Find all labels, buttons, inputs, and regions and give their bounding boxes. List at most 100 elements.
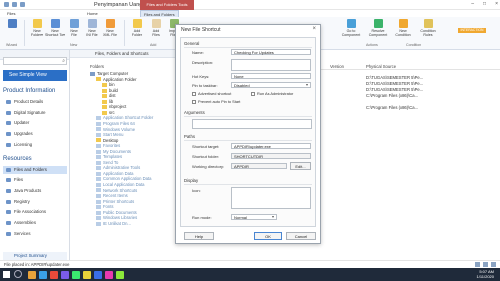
hotkeys-field[interactable]: None — [231, 73, 311, 79]
taskbar-app-icon[interactable] — [50, 271, 58, 279]
tree-item[interactable]: Public Documents — [96, 210, 137, 215]
tree-item[interactable]: Application Folder — [96, 77, 137, 82]
sidebar-item-files-and-folders[interactable]: Files and Folders — [3, 165, 67, 174]
advertised-shortcut-checkbox[interactable]: Advertised shortcut — [192, 91, 231, 96]
tree-item[interactable]: Application Data — [96, 171, 134, 176]
sidebar-item-services[interactable]: Services — [3, 230, 67, 238]
quick-access-toolbar[interactable] — [4, 2, 25, 7]
tree-item[interactable]: Favorites — [96, 143, 120, 148]
undo-icon[interactable] — [12, 2, 17, 7]
ribbon-button-2[interactable]: New File — [64, 19, 84, 37]
cancel-button[interactable]: Cancel — [286, 232, 316, 240]
settings-icon[interactable] — [491, 262, 496, 267]
tab-files-and-folders[interactable]: Files and Folders — [140, 10, 179, 17]
tree-item[interactable]: Start Menu — [96, 132, 123, 137]
tree-item[interactable]: Fonts — [96, 204, 113, 209]
taskbar-app-icon[interactable] — [116, 271, 124, 279]
pin-taskbar-select[interactable]: Disabled — [231, 82, 311, 88]
close-window-icon[interactable]: × — [495, 1, 498, 7]
tree-item[interactable]: bin — [102, 82, 115, 87]
close-icon[interactable]: × — [312, 26, 316, 32]
redo-icon[interactable] — [20, 2, 25, 7]
tree-item[interactable]: Common Application Data — [96, 176, 151, 181]
ribbon-button-6[interactable]: Add Files — [146, 19, 166, 37]
list-item[interactable]: D:\TUGAS\SEMESTER 5\Pe... — [366, 87, 423, 92]
list-item[interactable]: C:\Program Files (x86)\Ca... — [366, 105, 418, 110]
ok-button[interactable]: OK — [254, 232, 282, 240]
tree-item[interactable]: src — [102, 110, 115, 115]
minimize-icon[interactable]: – — [471, 1, 474, 7]
resolve-component-button[interactable]: Resolve Component — [365, 19, 391, 37]
column-version[interactable]: Version — [330, 64, 344, 69]
working-directory-field[interactable]: APPDIR — [231, 163, 287, 169]
tree-item[interactable]: dist — [102, 93, 116, 98]
taskbar-app-icon[interactable] — [83, 271, 91, 279]
shortcut-target-field[interactable]: APPDIR\updater.exe — [231, 143, 311, 149]
tree-item[interactable]: Administrative Tools — [96, 165, 140, 170]
ribbon-button-3[interactable]: New INI File — [82, 19, 102, 37]
new-condition-button[interactable]: New Condition — [392, 19, 414, 37]
tree-item[interactable]: build — [102, 88, 118, 93]
sidebar-item-assemblies[interactable]: Assemblies — [3, 219, 67, 227]
tree-item[interactable]: My Documents — [96, 149, 131, 154]
edit-workdir-button[interactable]: Edit... — [290, 162, 311, 170]
tree-item[interactable]: nbproject — [102, 104, 126, 109]
ribbon-button-0[interactable]: New Folder▾ — [27, 19, 47, 37]
column-physical-source[interactable]: Physical Source — [366, 64, 396, 69]
go-to-component-button[interactable]: Go to Component — [338, 19, 364, 37]
tree-item[interactable]: Recent Items — [96, 193, 128, 198]
search-input[interactable]: ⌕ — [3, 57, 67, 65]
tree-item[interactable]: Target Computer — [90, 71, 128, 76]
windows-start-icon[interactable] — [3, 271, 10, 278]
tree-item[interactable]: Desktop — [96, 138, 118, 143]
sidebar-item-file-associations[interactable]: File Associations — [3, 208, 67, 216]
tab-files[interactable]: Files — [4, 10, 18, 17]
tree-item[interactable]: Program Files 64 — [96, 121, 135, 126]
run-as-admin-checkbox[interactable]: Run As Administrator — [251, 91, 293, 96]
tree-item[interactable]: Send To — [96, 160, 118, 165]
sidebar-item-java-products[interactable]: Java Products — [3, 187, 67, 195]
tree-item[interactable]: Network Shortcuts — [96, 188, 137, 193]
arguments-field[interactable] — [192, 119, 312, 129]
tree-item[interactable]: Local Application Data — [96, 182, 144, 187]
layout-icon[interactable] — [483, 262, 488, 267]
ribbon-button-1[interactable]: New Shortcut To▾ — [45, 19, 65, 37]
sidebar-item-upgrades[interactable]: Upgrades — [3, 130, 67, 138]
shortcut-folder-field[interactable]: SHORTCUTDIR — [231, 153, 311, 159]
taskbar-search-icon[interactable] — [14, 270, 22, 278]
condition-rules-button[interactable]: Condition Rules — [416, 19, 440, 37]
taskbar-app-icon[interactable] — [105, 271, 113, 279]
interaction-badge[interactable]: INTERACTION — [458, 28, 486, 33]
tree-item[interactable]: Application Shortcut Folder — [96, 115, 153, 120]
clock[interactable]: 5:07 AM 1/11/2020 — [477, 269, 495, 279]
sidebar-item-digital-signature[interactable]: Digital Signature — [3, 109, 67, 117]
sidebar-item-licensing[interactable]: Licensing — [3, 141, 67, 149]
list-item[interactable]: C:\Program Files (x86)\Ca... — [366, 93, 418, 98]
description-field[interactable] — [231, 59, 311, 71]
sidebar-item-files[interactable]: Files — [3, 176, 67, 184]
wizard-button[interactable] — [2, 19, 22, 29]
tree-item[interactable]: IE Unlikat Dn... — [96, 221, 131, 226]
save-icon[interactable] — [4, 2, 9, 7]
maximize-icon[interactable]: □ — [483, 1, 486, 7]
run-mode-select[interactable]: Normal — [231, 214, 277, 220]
tab-home[interactable]: Home — [84, 10, 101, 17]
tree-item[interactable]: Windows Volume — [96, 127, 135, 132]
list-item[interactable]: D:\TUGAS\SEMESTER 5\Pe... — [366, 81, 423, 86]
tree-item[interactable]: Windows Libraries — [96, 215, 137, 220]
sidebar-item-updater[interactable]: Updater — [3, 119, 67, 127]
taskbar-app-icon[interactable] — [94, 271, 102, 279]
taskbar-app-icon[interactable] — [61, 271, 69, 279]
project-summary-footer[interactable]: Project Summary — [3, 252, 67, 260]
tree-item[interactable]: Printer Shortcuts — [96, 199, 134, 204]
tree-item[interactable]: Templates — [96, 154, 122, 159]
help-button[interactable]: Help — [184, 232, 214, 240]
list-item[interactable]: D:\TUGAS\SEMESTER 5\Pe... — [366, 75, 423, 80]
window-controls[interactable]: – □ × — [471, 1, 498, 7]
view-icon[interactable] — [475, 262, 480, 267]
ribbon-button-5[interactable]: Add Folder — [127, 19, 147, 37]
tree-item[interactable]: lib — [102, 99, 113, 104]
taskbar-app-icon[interactable] — [39, 271, 47, 279]
taskbar-app-icon[interactable] — [28, 271, 36, 279]
sidebar-item-product-details[interactable]: Product Details — [3, 98, 67, 106]
